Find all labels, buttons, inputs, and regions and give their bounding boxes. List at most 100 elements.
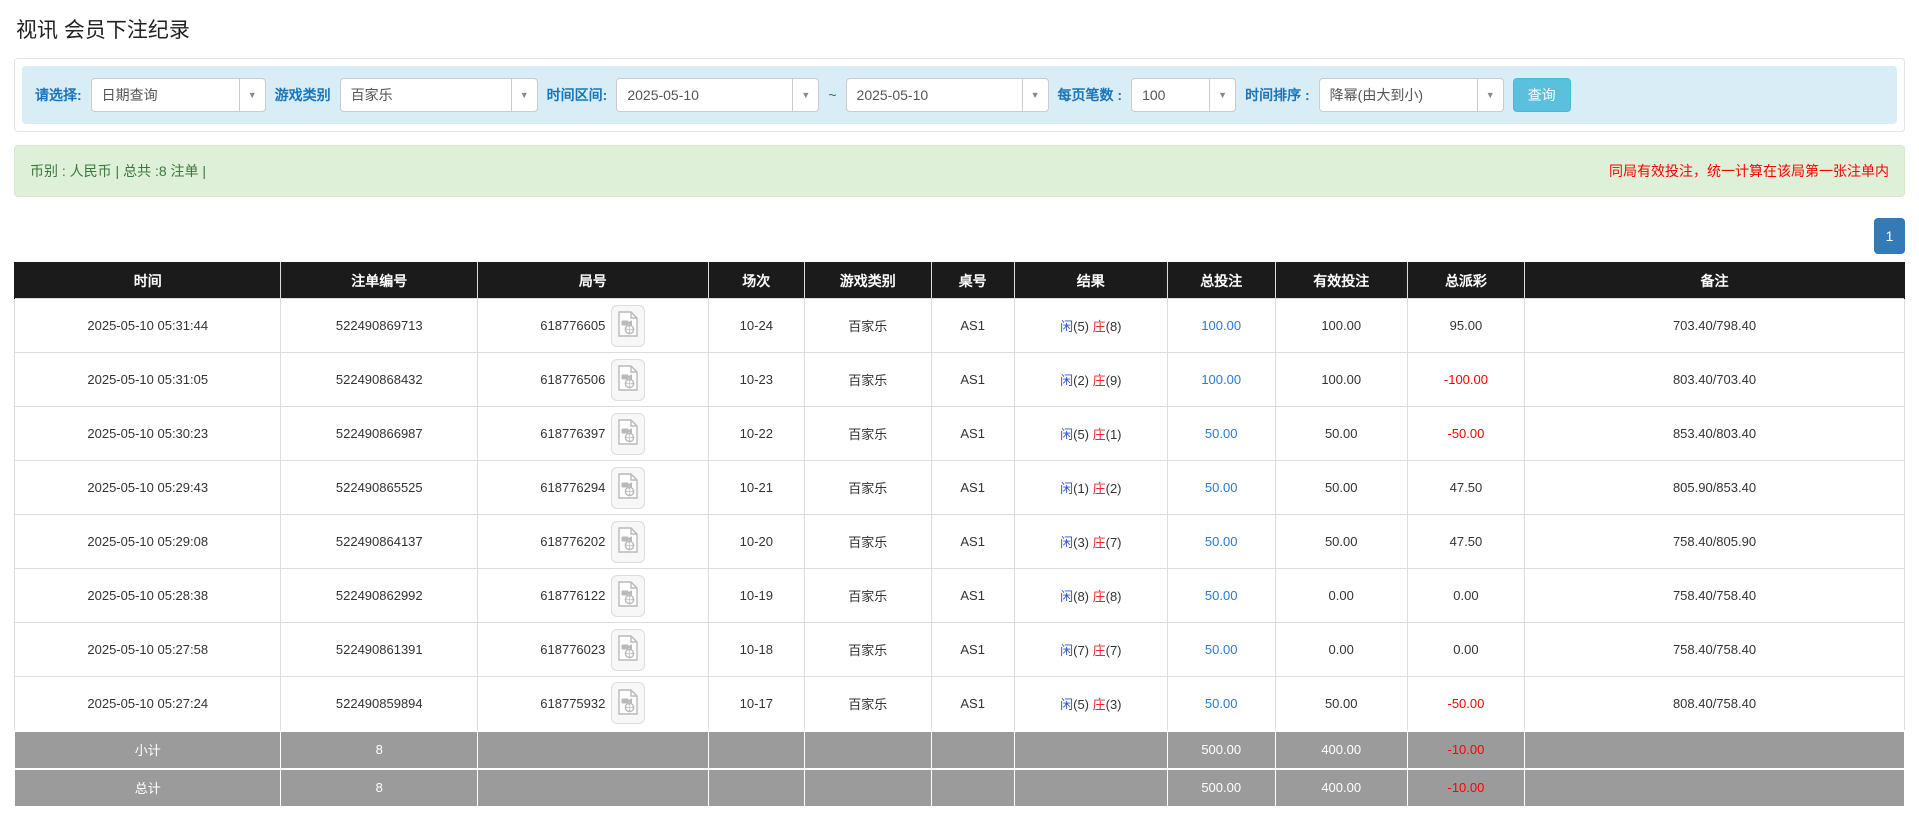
cell-total-bet: 50.00 xyxy=(1167,407,1275,461)
total-valid-bet: 400.00 xyxy=(1275,769,1407,807)
cell-remark: 758.40/805.90 xyxy=(1525,515,1905,569)
cell-total-bet: 50.00 xyxy=(1167,623,1275,677)
video-replay-button[interactable] xyxy=(611,359,645,401)
cell-valid-bet: 0.00 xyxy=(1275,623,1407,677)
total-bet-link[interactable]: 50.00 xyxy=(1205,480,1238,495)
result-banker-count: (2) xyxy=(1106,481,1122,496)
video-replay-button[interactable] xyxy=(611,629,645,671)
cell-round-id: 618776122 xyxy=(478,569,709,623)
page-size-select[interactable]: 100 ▼ xyxy=(1131,78,1236,112)
header-result: 结果 xyxy=(1014,263,1167,299)
chevron-down-icon: ▼ xyxy=(511,79,537,111)
header-table-no: 桌号 xyxy=(931,263,1014,299)
result-player-label: 闲 xyxy=(1060,373,1073,388)
time-sort-value: 降幂(由大到小) xyxy=(1320,79,1477,111)
result-banker-label: 庄 xyxy=(1093,697,1106,712)
summary-note: 同局有效投注，统一计算在该局第一张注单内 xyxy=(1609,161,1889,181)
date-from-select[interactable]: 2025-05-10 ▼ xyxy=(616,78,819,112)
cell-bet-id: 522490864137 xyxy=(281,515,478,569)
pagination: 1 xyxy=(14,218,1905,254)
cell-valid-bet: 100.00 xyxy=(1275,299,1407,353)
total-bet-link[interactable]: 100.00 xyxy=(1201,318,1241,333)
video-file-icon xyxy=(618,365,638,394)
date-from-value: 2025-05-10 xyxy=(617,79,792,111)
cell-payout: -50.00 xyxy=(1407,407,1524,461)
cell-remark: 805.90/853.40 xyxy=(1525,461,1905,515)
cell-time: 2025-05-10 05:30:23 xyxy=(15,407,281,461)
video-replay-button[interactable] xyxy=(611,682,645,724)
cell-game-type: 百家乐 xyxy=(804,623,931,677)
cell-remark: 853.40/803.40 xyxy=(1525,407,1905,461)
total-bet-link[interactable]: 50.00 xyxy=(1205,696,1238,711)
table-header-row: 时间 注单编号 局号 场次 游戏类别 桌号 结果 总投注 有效投注 总派彩 备注 xyxy=(15,263,1905,299)
cell-valid-bet: 50.00 xyxy=(1275,461,1407,515)
table-row: 2025-05-10 05:29:43522490865525618776294… xyxy=(15,461,1905,515)
cell-total-bet: 100.00 xyxy=(1167,299,1275,353)
result-player-label: 闲 xyxy=(1060,481,1073,496)
round-id-value: 618776506 xyxy=(540,372,605,387)
query-mode-select[interactable]: 日期查询 ▼ xyxy=(91,78,266,112)
search-button[interactable]: 查询 xyxy=(1513,78,1571,112)
video-replay-button[interactable] xyxy=(611,305,645,347)
total-bet-link[interactable]: 50.00 xyxy=(1205,534,1238,549)
result-banker-count: (1) xyxy=(1106,427,1122,442)
result-banker-label: 庄 xyxy=(1093,373,1106,388)
cell-bet-id: 522490866987 xyxy=(281,407,478,461)
cell-result: 闲(5) 庄(3) xyxy=(1014,677,1167,731)
cell-session: 10-23 xyxy=(708,353,804,407)
total-bet-link[interactable]: 50.00 xyxy=(1205,426,1238,441)
total-payout: -10.00 xyxy=(1407,769,1524,807)
time-range-label: 时间区间: xyxy=(547,85,608,105)
date-range-tilde: ~ xyxy=(828,87,836,103)
round-id-value: 618776202 xyxy=(540,534,605,549)
result-player-count: (2) xyxy=(1073,373,1093,388)
cell-bet-id: 522490868432 xyxy=(281,353,478,407)
cell-table-no: AS1 xyxy=(931,461,1014,515)
video-replay-button[interactable] xyxy=(611,413,645,455)
result-banker-label: 庄 xyxy=(1093,589,1106,604)
subtotal-payout: -10.00 xyxy=(1407,731,1524,769)
cell-bet-id: 522490859894 xyxy=(281,677,478,731)
table-row: 2025-05-10 05:29:08522490864137618776202… xyxy=(15,515,1905,569)
video-replay-button[interactable] xyxy=(611,521,645,563)
result-player-label: 闲 xyxy=(1060,643,1073,658)
table-row: 2025-05-10 05:31:05522490868432 618776506… xyxy=(15,353,1905,407)
total-total-bet: 500.00 xyxy=(1167,769,1275,807)
cell-total-bet: 50.00 xyxy=(1167,569,1275,623)
cell-bet-id: 522490865525 xyxy=(281,461,478,515)
video-replay-button[interactable] xyxy=(611,467,645,509)
header-time: 时间 xyxy=(15,263,281,299)
chevron-down-icon: ▼ xyxy=(1477,79,1503,111)
page-container: 视讯 会员下注纪录 请选择: 日期查询 ▼ 游戏类别 百家乐 ▼ 时间区间: 2… xyxy=(0,0,1919,808)
round-id-value: 618776605 xyxy=(540,318,605,333)
total-bet-link[interactable]: 50.00 xyxy=(1205,588,1238,603)
subtotal-row: 小计 8 500.00 400.00 -10.00 xyxy=(15,731,1905,769)
video-replay-button[interactable] xyxy=(611,575,645,617)
cell-result: 闲(2) 庄(9) xyxy=(1014,353,1167,407)
cell-game-type: 百家乐 xyxy=(804,407,931,461)
header-round-id: 局号 xyxy=(478,263,709,299)
cell-valid-bet: 50.00 xyxy=(1275,515,1407,569)
subtotal-count: 8 xyxy=(281,731,478,769)
cell-remark: 703.40/798.40 xyxy=(1525,299,1905,353)
cell-payout: -100.00 xyxy=(1407,353,1524,407)
cell-game-type: 百家乐 xyxy=(804,569,931,623)
video-file-icon xyxy=(618,419,638,448)
pagination-page-1[interactable]: 1 xyxy=(1874,218,1905,254)
result-player-label: 闲 xyxy=(1060,427,1073,442)
total-bet-link[interactable]: 100.00 xyxy=(1201,372,1241,387)
result-banker-count: (3) xyxy=(1106,697,1122,712)
total-bet-link[interactable]: 50.00 xyxy=(1205,642,1238,657)
cell-time: 2025-05-10 05:29:43 xyxy=(15,461,281,515)
time-sort-select[interactable]: 降幂(由大到小) ▼ xyxy=(1319,78,1504,112)
game-type-select[interactable]: 百家乐 ▼ xyxy=(340,78,538,112)
cell-round-id: 618776202 xyxy=(478,515,709,569)
date-to-select[interactable]: 2025-05-10 ▼ xyxy=(846,78,1049,112)
cell-round-id: 618776506 xyxy=(478,353,709,407)
cell-time: 2025-05-10 05:31:05 xyxy=(15,353,281,407)
summary-currency-count: 币别 : 人民币 | 总共 :8 注单 | xyxy=(30,161,206,181)
header-bet-id: 注单编号 xyxy=(281,263,478,299)
chevron-down-icon: ▼ xyxy=(239,79,265,111)
table-row: 2025-05-10 05:27:58522490861391618776023… xyxy=(15,623,1905,677)
result-player-label: 闲 xyxy=(1060,535,1073,550)
